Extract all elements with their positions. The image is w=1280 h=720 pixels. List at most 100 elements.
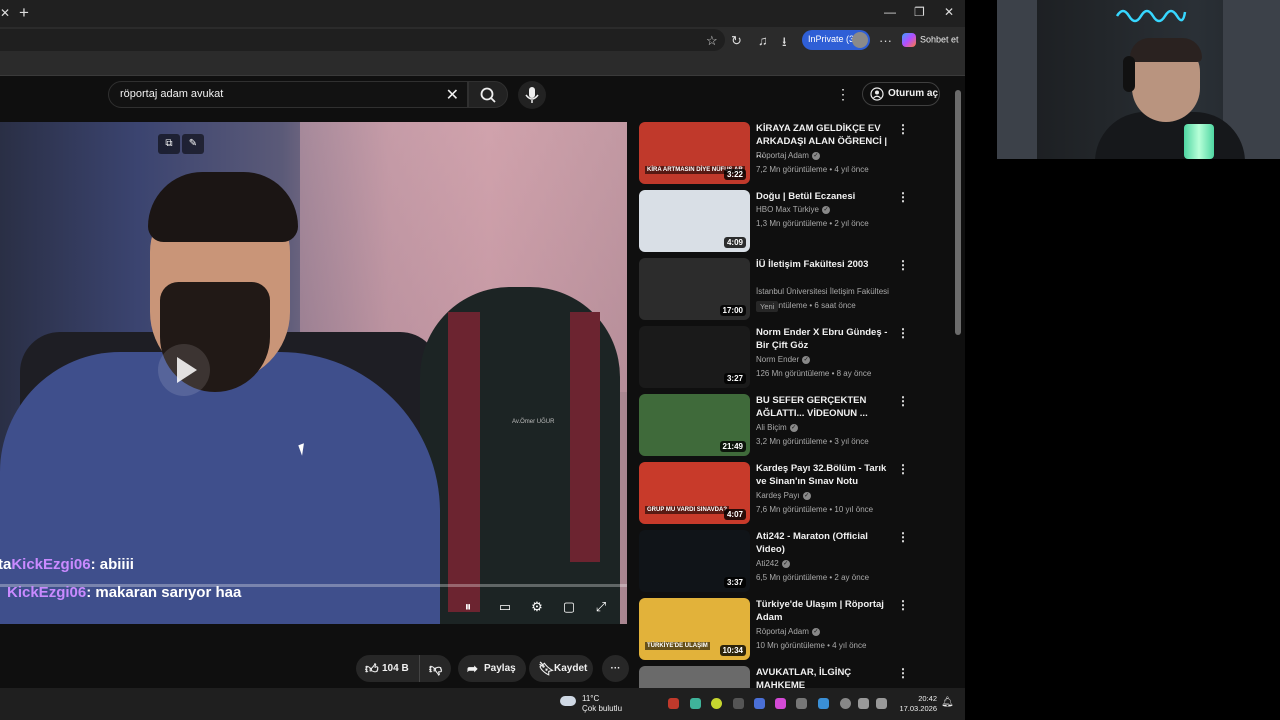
tray-app-icon[interactable] [690,698,701,709]
notification-bell-icon[interactable]: 🔔︎ [941,697,954,708]
tray-app-icon[interactable] [775,698,786,709]
video-options-icon[interactable]: ⋮ [897,462,909,476]
tray-app-icon[interactable] [668,698,679,709]
voice-search-button[interactable] [518,81,546,109]
search-button[interactable] [468,81,508,108]
miniplayer-icon[interactable]: ⧉ [158,134,180,154]
search-box[interactable]: röportaj adam avukat ✕ [108,81,468,108]
video-title[interactable]: BU SEFER GERÇEKTEN AĞLATTI... VİDEONUN .… [756,394,896,420]
video-thumbnail[interactable]: 17:00 [639,258,750,320]
channel-name[interactable]: Ati242 ✓ [756,559,790,568]
channel-name[interactable]: Norm Ender ✓ [756,355,811,364]
video-thumbnail[interactable]: 21:49 [639,394,750,456]
dislike-button[interactable]: 👎︎ [419,655,451,682]
search-input[interactable]: röportaj adam avukat [120,88,223,100]
volume-icon[interactable] [876,698,887,709]
minimize-icon[interactable]: — [884,5,896,19]
tray-app-icon[interactable] [733,698,744,709]
download-icon[interactable]: ⭳ [782,33,787,55]
collections-icon[interactable]: ♫ [758,33,768,48]
new-tab-button[interactable]: + [19,3,29,23]
recommendation-item[interactable]: 21:49 BU SEFER GERÇEKTEN AĞLATTI... VİDEO… [639,394,919,458]
like-button[interactable]: 👍︎ 104 B [356,655,419,682]
network-icon[interactable] [858,698,869,709]
video-player[interactable]: Av.Ömer UĞUR ⧉ ✎ ⏸ ▭ ⚙ ▢ ⤢ [0,122,627,624]
video-title[interactable]: Kardeş Payı 32.Bölüm - Tarık ve Sinan'ın… [756,462,896,488]
clock-date: 17.03.2026 [899,704,937,713]
video-options-icon[interactable]: ⋮ [897,190,909,204]
tray-app-icon[interactable] [754,698,765,709]
microphone-tray-icon[interactable] [840,698,851,709]
tray-app-icon[interactable] [796,698,807,709]
channel-name[interactable]: Röportaj Adam ✓ [756,151,820,160]
notes-icon[interactable]: ✎ [182,134,204,154]
restore-icon[interactable]: ❐ [914,5,925,19]
tray-app-icon[interactable] [711,698,722,709]
video-title[interactable]: Ati242 - Maraton (Official Video) [756,530,896,556]
video-options-icon[interactable]: ⋮ [897,258,909,272]
recommendation-item[interactable]: KİRA ARTMASIN DİYE NÜFUS AR 3:22 KİRAYA ZA… [639,122,919,186]
recommendation-item[interactable]: 4:09 Doğu | Betül Eczanesi HBO Max Türkiye… [639,190,919,254]
system-clock[interactable]: 20:42 17.03.2026 [895,694,937,714]
more-menu-icon[interactable]: ··· [879,33,892,48]
more-actions-button[interactable]: ··· [602,655,629,682]
tray-app-icon[interactable] [818,698,829,709]
close-tab-icon[interactable]: ✕ [0,6,10,20]
inprivate-badge[interactable]: InPrivate (3) [802,30,870,50]
channel-name-text: İstanbul Üniversitesi İletişim Fakültesi [756,287,889,296]
channel-name[interactable]: Ali Biçim ✓ [756,423,798,432]
video-title[interactable]: Norm Ender X Ebru Gündeş - Bir Çift Göz [756,326,896,352]
settings-kebab-icon[interactable]: ⋮ [836,86,850,103]
channel-name[interactable]: Kardeş Payı ✓ [756,491,811,500]
play-icon[interactable] [158,344,210,396]
video-thumbnail[interactable]: GRUP MU VARDI SINAVDA? 4:07 [639,462,750,524]
neon-light-icon [1115,9,1187,23]
favorite-star-icon[interactable]: ☆ [706,33,718,49]
video-title[interactable]: Doğu | Betül Eczanesi [756,190,896,203]
recommendation-item[interactable]: 3:27 Norm Ender X Ebru Gündeş - Bir Çift … [639,326,919,390]
video-options-icon[interactable]: ⋮ [897,666,909,680]
webcam-curtain [997,0,1037,159]
video-options-icon[interactable]: ⋮ [897,598,909,612]
fullscreen-icon[interactable]: ⤢ [590,596,612,618]
save-label: Kaydet [554,663,588,674]
save-button[interactable]: 🔖︎ Kaydet [529,655,593,682]
video-title[interactable]: Türkiye'de Ulaşım | Röportaj Adam [756,598,896,624]
video-thumbnail[interactable]: KİRA ARTMASIN DİYE NÜFUS AR 3:22 [639,122,750,184]
page-scrollbar[interactable] [955,90,961,335]
copilot-button[interactable]: Sohbet et [902,33,959,47]
new-badge: Yeni [756,301,779,312]
signin-label: Oturum aç [888,88,939,99]
video-options-icon[interactable]: ⋮ [897,326,909,340]
recommendation-item[interactable]: 3:37 Ati242 - Maraton (Official Video) Ati… [639,530,919,594]
video-thumbnail[interactable]: TÜRKİYE'DE ULAŞIM 10:34 [639,598,750,660]
channel-name[interactable]: HBO Max Türkiye ✓ [756,205,830,214]
autoplay-toggle-icon[interactable]: ⏸ [457,596,479,618]
theater-mode-icon[interactable]: ▢ [558,596,580,618]
channel-name-text: Norm Ender [756,355,800,364]
video-options-icon[interactable]: ⋮ [897,530,909,544]
recommendation-item[interactable]: GRUP MU VARDI SINAVDA? 4:07 Kardeş Payı 32… [639,462,919,526]
video-thumbnail[interactable]: 4:09 [639,190,750,252]
channel-name[interactable]: İstanbul Üniversitesi İletişim Fakültesi [756,287,889,296]
video-thumbnail[interactable]: 3:27 [639,326,750,388]
video-thumbnail[interactable]: 3:37 [639,530,750,592]
address-field[interactable] [0,29,725,51]
recommendation-item[interactable]: TÜRKİYE'DE ULAŞIM 10:34 Türkiye'de Ulaşım … [639,598,919,662]
window-close-icon[interactable]: ✕ [944,5,954,19]
video-title[interactable]: İÜ İletişim Fakültesi 2003 [756,258,896,271]
video-meta: 126 Mn görüntüleme • 8 ay önce [756,369,872,378]
video-duration: 21:49 [719,441,746,452]
robe-name-text: Av.Ömer UĞUR [512,419,555,425]
signin-button[interactable]: Oturum aç [862,82,940,106]
recommendation-item[interactable]: 17:00 İÜ İletişim Fakültesi 2003 İstanbul … [639,258,919,322]
refresh-extension-icon[interactable]: ↻ [731,33,742,49]
video-options-icon[interactable]: ⋮ [897,394,909,408]
subtitles-icon[interactable]: ▭ [494,596,516,618]
channel-name[interactable]: Röportaj Adam ✓ [756,627,820,636]
share-button[interactable]: ➦ Paylaş [458,655,526,682]
settings-gear-icon[interactable]: ⚙ [526,596,548,618]
video-options-icon[interactable]: ⋮ [897,122,909,136]
chat-message: KickEzgi06: makaran sarıyor haa [7,584,241,601]
clear-search-icon[interactable]: ✕ [446,85,459,105]
